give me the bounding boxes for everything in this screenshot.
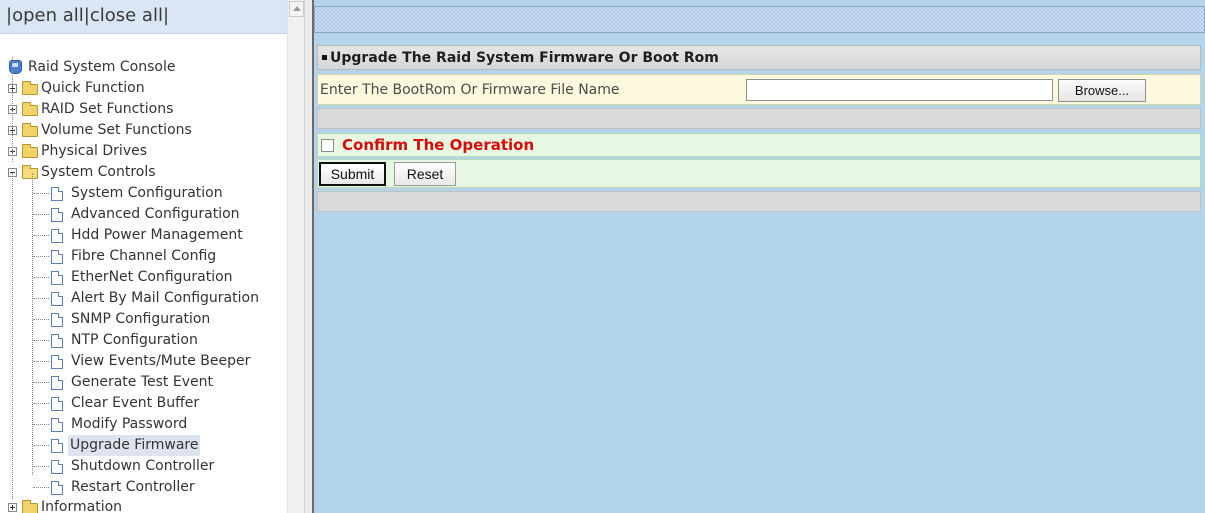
open-all-link[interactable]: open all bbox=[12, 5, 84, 26]
page-icon bbox=[51, 418, 63, 432]
tree-guide-line bbox=[33, 445, 49, 446]
page-icon bbox=[51, 229, 63, 243]
tree-guide-line bbox=[32, 173, 33, 475]
tree-guide-line bbox=[33, 298, 49, 299]
close-all-link[interactable]: close all bbox=[90, 5, 163, 26]
tree-item-label: Alert By Mail Configuration bbox=[71, 290, 259, 306]
tree-item-label: SNMP Configuration bbox=[71, 311, 211, 327]
tree-guide-line bbox=[33, 361, 49, 362]
expand-icon[interactable] bbox=[8, 503, 17, 512]
file-name-row: Enter The BootRom Or Firmware File Name … bbox=[317, 74, 1201, 105]
tree-item-label: Information bbox=[41, 499, 123, 513]
tree-guide-line bbox=[33, 466, 49, 467]
tree-item-label: Volume Set Functions bbox=[41, 122, 192, 138]
page-icon bbox=[51, 397, 63, 411]
tree-item-label: View Events/Mute Beeper bbox=[71, 353, 251, 369]
page-icon bbox=[51, 376, 63, 390]
tree-item-label: System Configuration bbox=[71, 185, 223, 201]
tree-item-label: Restart Controller bbox=[71, 479, 195, 495]
content-header-bar bbox=[314, 6, 1205, 33]
action-buttons-row: Submit Reset bbox=[317, 159, 1201, 188]
folder-icon bbox=[22, 102, 38, 116]
folder-icon bbox=[22, 81, 38, 95]
page-icon bbox=[51, 313, 63, 327]
toolbar-separator: | bbox=[162, 5, 170, 26]
panel-title: Upgrade The Raid System Firmware Or Boot… bbox=[330, 50, 719, 66]
page-icon bbox=[51, 481, 63, 495]
tree-item-label: Quick Function bbox=[41, 80, 145, 96]
bullet-icon bbox=[322, 55, 327, 60]
tree-guide-line bbox=[33, 256, 49, 257]
confirm-operation-checkbox[interactable] bbox=[321, 139, 334, 152]
tree-guide-line bbox=[12, 57, 13, 162]
page-icon bbox=[51, 460, 63, 474]
tree-guide-line bbox=[33, 340, 49, 341]
tree-item-label: RAID Set Functions bbox=[41, 101, 174, 117]
tree-root-label: Raid System Console bbox=[28, 59, 176, 75]
tree-item-label: EtherNet Configuration bbox=[71, 269, 233, 285]
tree-guide-line bbox=[33, 235, 49, 236]
page-icon bbox=[51, 187, 63, 201]
tree-guide-line bbox=[12, 173, 13, 499]
raid-console-icon bbox=[9, 60, 22, 74]
tree-guide-line bbox=[33, 382, 49, 383]
submit-button[interactable]: Submit bbox=[319, 162, 386, 186]
tree-item-label: Advanced Configuration bbox=[71, 206, 240, 222]
firmware-file-input[interactable] bbox=[746, 79, 1053, 101]
tree-item-label: Generate Test Event bbox=[71, 374, 213, 390]
tree-item-label: NTP Configuration bbox=[71, 332, 198, 348]
tree-item-label: Upgrade Firmware bbox=[68, 435, 201, 456]
tree-guide-line bbox=[33, 319, 49, 320]
tree-toolbar: |open all|close all| bbox=[0, 0, 287, 34]
page-icon bbox=[51, 271, 63, 285]
tree-guide-line bbox=[33, 424, 49, 425]
tree-guide-line bbox=[33, 277, 49, 278]
folder-icon bbox=[22, 144, 38, 158]
navigation-tree-frame: |open all|close all| Raid System Console… bbox=[0, 0, 287, 513]
spacer-row bbox=[317, 191, 1201, 212]
frame-divider[interactable] bbox=[304, 0, 314, 513]
browse-button[interactable]: Browse... bbox=[1058, 79, 1146, 102]
panel-title-row: Upgrade The Raid System Firmware Or Boot… bbox=[317, 45, 1201, 70]
reset-button[interactable]: Reset bbox=[394, 162, 456, 186]
tree-scrollbar[interactable] bbox=[287, 0, 304, 513]
folder-icon bbox=[22, 123, 38, 137]
spacer-row bbox=[317, 108, 1201, 129]
scroll-up-arrow-icon[interactable] bbox=[289, 1, 304, 17]
open-folder-icon bbox=[22, 165, 38, 179]
confirm-row: Confirm The Operation bbox=[317, 133, 1201, 157]
tree-guide-line bbox=[33, 487, 49, 488]
tree-item-label: Shutdown Controller bbox=[71, 458, 215, 474]
tree-guide-line bbox=[33, 193, 49, 194]
tree-guide-line bbox=[33, 214, 49, 215]
tree-item-label: Physical Drives bbox=[41, 143, 148, 159]
tree-item-label: Modify Password bbox=[71, 416, 188, 432]
page-icon bbox=[51, 334, 63, 348]
file-name-label: Enter The BootRom Or Firmware File Name bbox=[320, 82, 620, 98]
confirm-operation-label[interactable]: Confirm The Operation bbox=[342, 134, 534, 157]
page-icon bbox=[51, 250, 63, 264]
folder-icon bbox=[22, 500, 38, 513]
page-icon bbox=[51, 292, 63, 306]
page-icon bbox=[51, 208, 63, 222]
tree-item-label: Clear Event Buffer bbox=[71, 395, 200, 411]
tree-item-label: System Controls bbox=[41, 164, 156, 180]
tree-item-label: Hdd Power Management bbox=[71, 227, 243, 243]
tree-guide-line bbox=[33, 403, 49, 404]
page-icon bbox=[51, 439, 63, 453]
content-frame: Upgrade The Raid System Firmware Or Boot… bbox=[314, 0, 1205, 513]
page-icon bbox=[51, 355, 63, 369]
tree-item-label: Fibre Channel Config bbox=[71, 248, 217, 264]
